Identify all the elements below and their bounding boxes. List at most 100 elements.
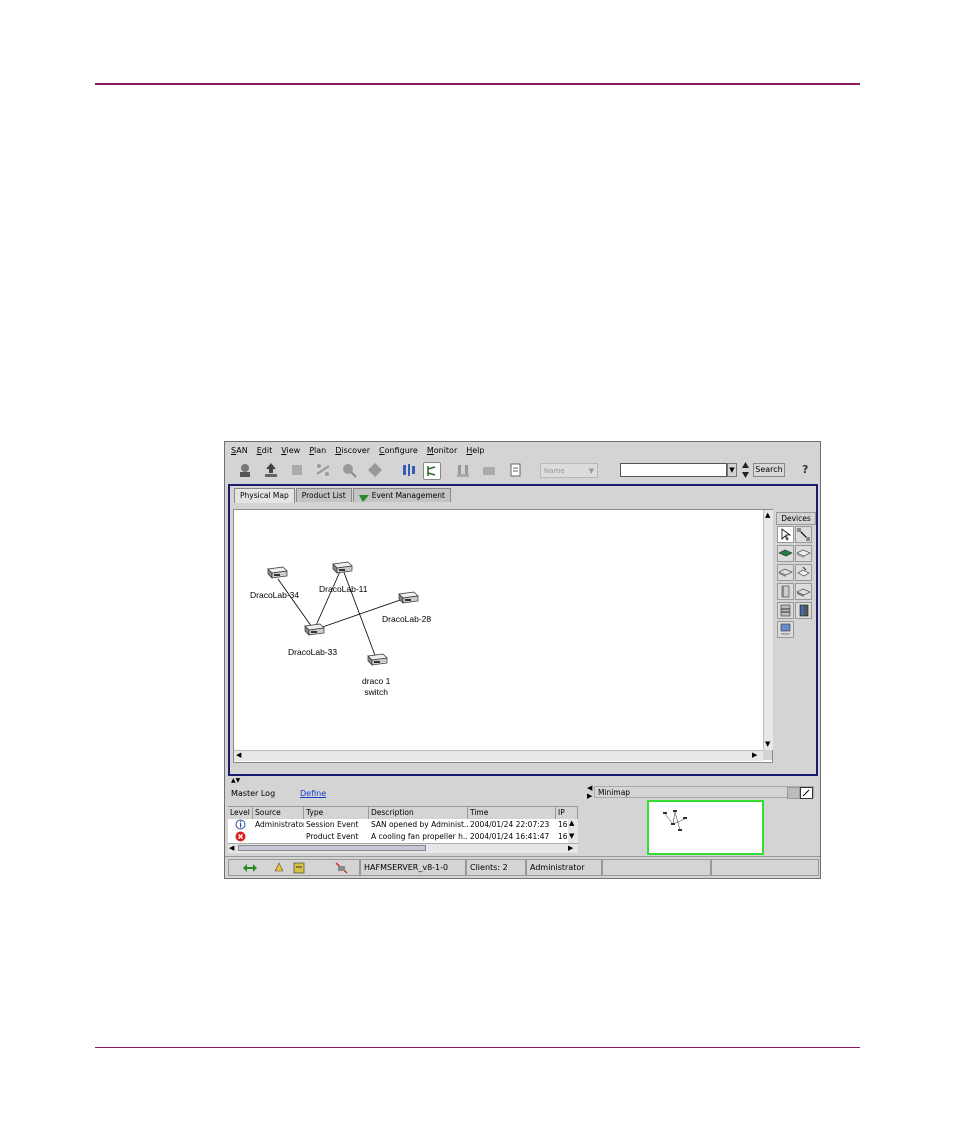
minimap-title: Minimap: [594, 786, 814, 798]
table-row[interactable]: Administrator Session Event SAN opened b…: [228, 819, 568, 831]
log-source: [253, 831, 304, 843]
main-panel: Physical Map Product List Event Manageme…: [228, 484, 818, 776]
scrollbar-thumb[interactable]: [238, 845, 426, 851]
call-home-disabled-icon[interactable]: [335, 862, 348, 879]
switch-icon: [332, 561, 353, 574]
log-description: SAN opened by Administ...: [371, 820, 468, 829]
physical-map-canvas[interactable]: DracoLab-34 DracoLab-11 DracoLab-28 Drac…: [233, 509, 773, 763]
scroll-right-icon[interactable]: ▶: [568, 844, 573, 852]
search-dropdown-icon[interactable]: ▼: [727, 463, 737, 477]
status-bar: HAFMSERVER_v8-1-0 Clients: 2 Administrat…: [225, 856, 820, 879]
event-log-icon[interactable]: [293, 862, 305, 879]
log-description: A cooling fan propeller h...: [371, 832, 468, 841]
log-type: Product Event: [306, 832, 359, 841]
hba-device-icon[interactable]: [777, 545, 794, 562]
column-header-source[interactable]: Source: [253, 807, 304, 819]
menu-discover[interactable]: Discover: [335, 446, 370, 455]
switch-icon: [398, 591, 419, 604]
search-input[interactable]: [620, 463, 727, 477]
scroll-down-icon[interactable]: ▼: [765, 740, 770, 748]
camera-icon: [481, 462, 497, 478]
workstation-device-icon[interactable]: [777, 621, 794, 638]
search-direction-spinner[interactable]: [741, 461, 750, 479]
info-icon: [228, 819, 253, 831]
table-row[interactable]: Product Event A cooling fan propeller h.…: [228, 831, 568, 843]
column-header-level[interactable]: Level: [228, 807, 253, 819]
define-filter-link[interactable]: Define: [300, 789, 326, 798]
detach-window-icon[interactable]: [800, 787, 813, 799]
master-log-title: Master Log: [231, 789, 276, 798]
column-header-ip[interactable]: IP: [556, 807, 578, 819]
page-footer-rule: [95, 1047, 860, 1048]
pin-icon[interactable]: [787, 787, 800, 799]
link-tool-icon[interactable]: [795, 526, 812, 543]
switch-device-dracolab-11[interactable]: [330, 561, 354, 577]
help-icon[interactable]: ?: [802, 463, 808, 476]
report-icon[interactable]: [507, 462, 523, 478]
map-horizontal-scrollbar[interactable]: ◀ ▶: [234, 750, 763, 761]
tree-view-icon[interactable]: [401, 462, 417, 478]
connection-status-icon[interactable]: [243, 863, 257, 878]
event-flag-icon: [358, 493, 369, 502]
user-status: Administrator: [526, 859, 602, 876]
switch-icon: [267, 566, 288, 579]
minimap-viewport[interactable]: [647, 800, 764, 855]
column-header-time[interactable]: Time: [468, 807, 556, 819]
scroll-up-icon[interactable]: ▲: [569, 819, 574, 827]
tape-library-icon[interactable]: [777, 602, 794, 619]
connect-icon: [315, 462, 331, 478]
error-icon: [228, 831, 253, 843]
log-horizontal-scrollbar[interactable]: ◀ ▶: [228, 843, 578, 853]
collapse-right-icon[interactable]: ▶: [587, 792, 592, 800]
scroll-left-icon[interactable]: ◀: [236, 751, 241, 759]
log-ip: 16.: [558, 832, 568, 841]
search-button[interactable]: Search: [753, 463, 785, 477]
switch-device-dracolab-34[interactable]: [265, 566, 289, 582]
tab-event-management[interactable]: Event Management: [352, 488, 451, 502]
chevron-down-icon: ▼: [588, 467, 594, 475]
tab-physical-map[interactable]: Physical Map: [234, 488, 295, 503]
switch-device-dracolab-33[interactable]: [302, 623, 326, 639]
devices-title: Devices: [776, 512, 816, 525]
menu-view[interactable]: View: [281, 446, 300, 455]
scroll-right-icon[interactable]: ▶: [752, 751, 757, 759]
log-type: Session Event: [306, 820, 359, 829]
column-header-description[interactable]: Description: [369, 807, 468, 819]
menu-configure[interactable]: Configure: [379, 446, 418, 455]
scroll-up-icon[interactable]: ▲: [765, 511, 770, 519]
select-pointer-icon[interactable]: [777, 526, 794, 543]
bridge-device-icon[interactable]: [795, 564, 812, 581]
collapse-left-icon[interactable]: ◀: [587, 784, 592, 792]
tab-label: Event Management: [371, 491, 445, 500]
menu-help[interactable]: Help: [466, 446, 484, 455]
director-device-icon[interactable]: [777, 564, 794, 581]
switch-device-dracolab-28[interactable]: [396, 591, 420, 607]
menu-edit[interactable]: Edit: [257, 446, 273, 455]
log-time: 2004/01/24 22:07:23: [470, 820, 550, 829]
panel-divider[interactable]: ◀ ▶: [587, 784, 593, 854]
tab-product-list[interactable]: Product List: [295, 488, 352, 502]
switch-device-draco-1[interactable]: [365, 653, 389, 669]
menu-monitor[interactable]: Monitor: [427, 446, 457, 455]
devices-palette: Devices: [775, 509, 816, 761]
menu-plan[interactable]: Plan: [309, 446, 326, 455]
server-device-icon[interactable]: [795, 602, 812, 619]
log-vertical-scrollbar[interactable]: ▲ ▼: [568, 819, 578, 843]
view-tabs: Physical Map Product List Event Manageme…: [234, 488, 452, 503]
properties-icon: [289, 462, 305, 478]
topology-view-icon[interactable]: [423, 462, 441, 480]
hub-device-icon[interactable]: [795, 583, 812, 600]
storage-device-icon[interactable]: [777, 583, 794, 600]
scroll-down-icon[interactable]: ▼: [569, 832, 574, 840]
splitter-arrows-icon[interactable]: ▲▼: [231, 777, 240, 784]
server-name-status: HAFMSERVER_v8-1-0: [360, 859, 466, 876]
export-icon[interactable]: [263, 462, 279, 478]
open-san-icon[interactable]: [237, 462, 253, 478]
switch-device-icon[interactable]: [795, 545, 812, 562]
menu-san[interactable]: SAN: [231, 446, 248, 455]
scroll-left-icon[interactable]: ◀: [229, 844, 234, 852]
switch-icon: [304, 623, 325, 636]
column-header-type[interactable]: Type: [304, 807, 369, 819]
alert-bell-icon[interactable]: [273, 862, 285, 879]
map-vertical-scrollbar[interactable]: ▲ ▼: [763, 510, 773, 750]
